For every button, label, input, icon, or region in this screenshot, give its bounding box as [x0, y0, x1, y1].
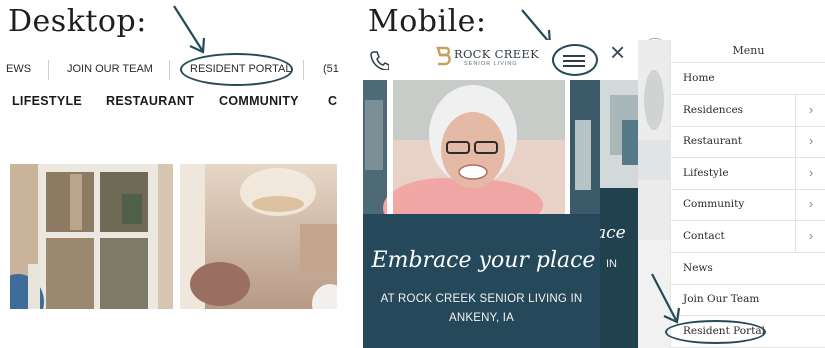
mobile-screen: ROCK CREEK SENIOR LIVING Embrace your pl…	[363, 40, 600, 348]
menu-item-label: Community	[683, 198, 745, 211]
chevron-right-icon[interactable]: ›	[795, 94, 825, 126]
strip-script-fragment: ace	[600, 223, 626, 243]
mobile-nav-menu: Menu Home Residences › Restaurant › Lifestyle…	[670, 40, 825, 348]
hero-script-heading: Embrace your place	[371, 248, 596, 273]
menu-item-label: Join Our Team	[683, 293, 760, 306]
menu-item-label: Lifestyle	[683, 166, 729, 179]
menu-item-label: Residences	[683, 103, 744, 116]
desktop-main-nav: LIFESTYLE RESTAURANT COMMUNITY C	[0, 92, 345, 112]
strip-subheading-fragment: IN	[606, 258, 617, 270]
menu-item-home[interactable]: Home	[671, 63, 825, 95]
menu-item-residences[interactable]: Residences ›	[671, 94, 825, 127]
menu-item-label: Home	[683, 72, 715, 84]
mobile-hero-banner: Embrace your place AT ROCK CREEK SENIOR …	[363, 214, 600, 348]
phone-icon[interactable]	[369, 50, 389, 70]
mobile-section-title: Mobile:	[368, 4, 487, 39]
logo-name: ROCK CREEK	[454, 47, 539, 61]
hamburger-highlight-ring	[552, 44, 598, 76]
logo-mark-icon	[436, 46, 451, 66]
desktop-photo-window	[10, 164, 173, 309]
nav-divider	[169, 60, 170, 80]
menu-item-news[interactable]: News	[671, 253, 825, 285]
menu-item-lifestyle[interactable]: Lifestyle ›	[671, 157, 825, 190]
menu-item-label: Contact	[683, 230, 725, 242]
menu-item-label: Restaurant	[683, 135, 743, 148]
nav-lifestyle-link[interactable]: LIFESTYLE	[12, 94, 82, 108]
chevron-right-icon[interactable]: ›	[795, 126, 825, 158]
close-icon[interactable]: ×	[610, 40, 625, 65]
desktop-photo-dining-room	[180, 164, 337, 309]
nav-news-link[interactable]: EWS	[6, 63, 31, 75]
menu-scroll-hint	[648, 38, 662, 44]
mobile-hero-photo	[363, 80, 600, 214]
chevron-right-icon[interactable]: ›	[795, 189, 825, 221]
nav-divider	[303, 60, 304, 80]
chevron-right-icon[interactable]: ›	[795, 157, 825, 189]
resident-portal-highlight-ring	[180, 53, 293, 86]
logo-tagline: SENIOR LIVING	[464, 61, 518, 67]
desktop-utility-nav: EWS JOIN OUR TEAM RESIDENT PORTAL (51	[0, 58, 345, 82]
menu-item-restaurant[interactable]: Restaurant ›	[671, 126, 825, 159]
menu-title: Menu	[732, 44, 765, 57]
menu-item-join-our-team[interactable]: Join Our Team	[671, 284, 825, 317]
hero-subheading-line2: ANKENY, IA	[448, 312, 515, 324]
mobile-transition-strip: × ace IN	[600, 40, 638, 348]
hero-subheading-line1: AT ROCK CREEK SENIOR LIVING IN	[380, 293, 583, 305]
menu-item-community[interactable]: Community ›	[671, 189, 825, 222]
menu-item-contact[interactable]: Contact ›	[671, 221, 825, 253]
desktop-arrow-annotation-icon	[173, 5, 206, 54]
nav-community-link[interactable]: COMMUNITY	[219, 94, 299, 108]
nav-phone-link[interactable]: (51	[323, 63, 339, 75]
menu-arrow-annotation-icon	[651, 273, 681, 324]
nav-contact-link[interactable]: C	[328, 94, 337, 108]
menu-item-label: News	[683, 261, 713, 274]
chevron-right-icon[interactable]: ›	[795, 221, 825, 252]
nav-divider	[48, 60, 49, 80]
nav-restaurant-link[interactable]: RESTAURANT	[106, 94, 194, 108]
desktop-section-title: Desktop:	[8, 4, 147, 39]
nav-join-our-team-link[interactable]: JOIN OUR TEAM	[67, 63, 153, 75]
